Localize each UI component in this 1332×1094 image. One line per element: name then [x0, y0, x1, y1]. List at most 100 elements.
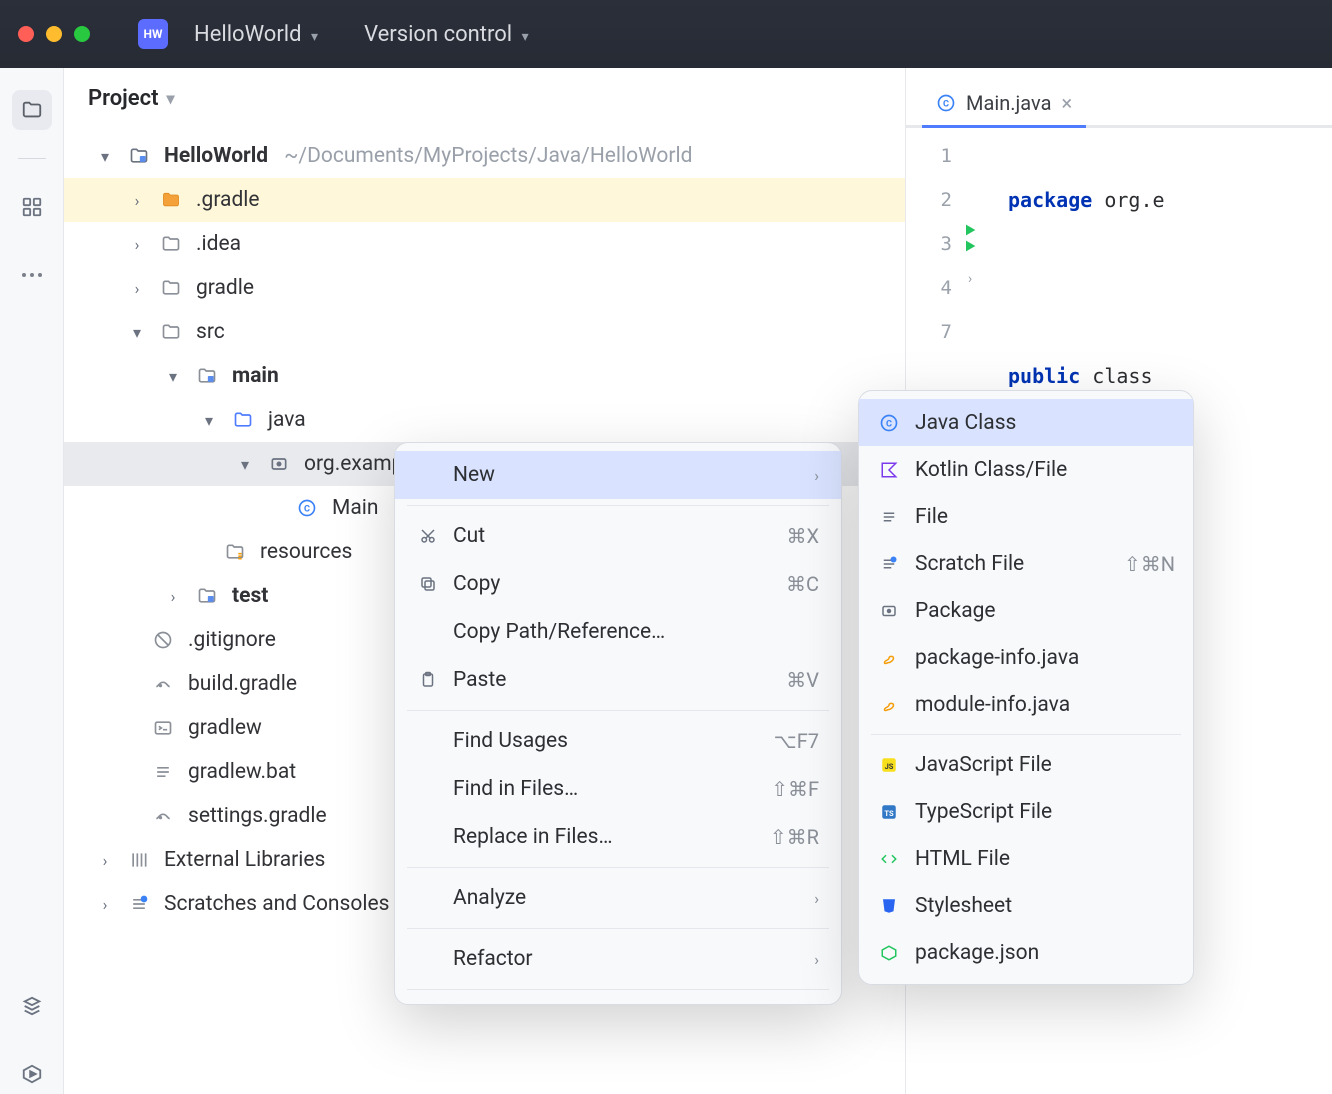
tree-item-label: resources [260, 540, 352, 564]
database-tool-button[interactable] [12, 986, 52, 1026]
submenu-stylesheet[interactable]: Stylesheet [859, 882, 1193, 929]
chevron-right-icon[interactable]: › [96, 851, 114, 870]
menu-label: Scratch File [915, 552, 1024, 576]
tree-item-gradle[interactable]: › gradle [64, 266, 905, 310]
menu-item-analyze[interactable]: Analyze › [395, 874, 841, 922]
menu-item-refactor[interactable]: Refactor › [395, 935, 841, 983]
project-name-label: HelloWorld [194, 22, 302, 47]
menu-shortcut: ⌘V [786, 668, 819, 692]
editor-tab-main[interactable]: C Main.java × [922, 81, 1086, 128]
menu-item-find-in-files[interactable]: Find in Files… ⇧⌘F [395, 765, 841, 813]
tree-item-java[interactable]: ▾ java [64, 398, 905, 442]
menu-separator [407, 989, 829, 990]
menu-label: Stylesheet [915, 894, 1012, 918]
svg-text:TS: TS [884, 808, 894, 817]
menu-item-replace-in-files[interactable]: Replace in Files… ⇧⌘R [395, 813, 841, 861]
submenu-file[interactable]: File [859, 493, 1193, 540]
chevron-down-icon[interactable]: ▾ [200, 411, 218, 430]
services-icon [21, 1063, 43, 1085]
tab-label: Main.java [966, 91, 1051, 115]
menu-separator [871, 734, 1181, 735]
project-tool-button[interactable] [12, 90, 52, 130]
module-folder-icon [128, 145, 150, 167]
zoom-window-button[interactable] [74, 26, 90, 42]
submenu-package-json[interactable]: package.json [859, 929, 1193, 976]
svg-text:JS: JS [885, 761, 894, 770]
menu-separator [407, 710, 829, 711]
submenu-typescript[interactable]: TS TypeScript File [859, 788, 1193, 835]
submenu-javascript[interactable]: JS JavaScript File [859, 741, 1193, 788]
run-line-icon[interactable] [962, 222, 1008, 238]
menu-item-copy[interactable]: Copy ⌘C [395, 560, 841, 608]
structure-icon [21, 196, 43, 218]
run-line-icon[interactable]: › [962, 238, 1008, 301]
menu-label: package-info.java [915, 646, 1079, 670]
html-icon [877, 850, 901, 868]
menu-label: Java Class [915, 411, 1016, 435]
tree-item-src[interactable]: ▾ src [64, 310, 905, 354]
menu-item-paste[interactable]: Paste ⌘V [395, 656, 841, 704]
menu-item-new[interactable]: New › [395, 451, 841, 499]
submenu-kotlin[interactable]: Kotlin Class/File [859, 446, 1193, 493]
menu-label: TypeScript File [915, 800, 1052, 824]
submenu-package[interactable]: Package [859, 587, 1193, 634]
chevron-down-icon[interactable]: ▾ [164, 367, 182, 386]
menu-shortcut: ⌘C [786, 572, 819, 596]
gradle-file-icon [152, 673, 174, 695]
tree-item-label: build.gradle [188, 672, 297, 696]
java-class-icon: C [296, 497, 318, 519]
java-class-icon: C [936, 93, 956, 113]
menu-item-copy-path[interactable]: Copy Path/Reference… [395, 608, 841, 656]
submenu-package-info[interactable]: package-info.java [859, 634, 1193, 681]
tree-item-main[interactable]: ▾ main [64, 354, 905, 398]
submenu-java-class[interactable]: C Java Class [859, 399, 1193, 446]
project-pane-header[interactable]: Project ▾ [64, 68, 905, 128]
chevron-right-icon[interactable]: › [128, 235, 146, 254]
chevron-right-icon[interactable]: › [164, 587, 182, 606]
menu-separator [407, 928, 829, 929]
submenu-scratch[interactable]: Scratch File ⇧⌘N [859, 540, 1193, 587]
tree-item-label: .gradle [196, 188, 260, 212]
menu-shortcut: ⇧⌘N [1124, 552, 1175, 576]
tree-root-label: HelloWorld [164, 144, 268, 168]
svg-text:C: C [886, 419, 892, 429]
resources-folder-icon [224, 541, 246, 563]
svg-text:C: C [304, 504, 310, 514]
more-tool-button[interactable] [12, 255, 52, 295]
structure-tool-button[interactable] [12, 187, 52, 227]
tree-item-label: .gitignore [188, 628, 276, 652]
tree-item-idea[interactable]: › .idea [64, 222, 905, 266]
chevron-down-icon[interactable]: ▾ [96, 147, 114, 166]
chevron-down-icon[interactable]: ▾ [128, 323, 146, 342]
vcs-menu[interactable]: Version control ▾ [364, 22, 529, 47]
chevron-right-icon[interactable]: › [128, 191, 146, 210]
menu-separator [407, 505, 829, 506]
ignore-file-icon [152, 629, 174, 651]
menu-label: module-info.java [915, 693, 1070, 717]
project-name-menu[interactable]: HelloWorld ▾ [194, 22, 318, 47]
folder-icon [160, 233, 182, 255]
menu-label: File [915, 505, 948, 529]
vcs-label: Version control [364, 22, 512, 47]
project-badge[interactable]: HW [138, 19, 168, 49]
tree-root-row[interactable]: ▾ HelloWorld ~/Documents/MyProjects/Java… [64, 134, 905, 178]
close-window-button[interactable] [18, 26, 34, 42]
tree-item-label: main [232, 364, 279, 388]
close-tab-icon[interactable]: × [1061, 91, 1072, 115]
services-tool-button[interactable] [12, 1054, 52, 1094]
module-folder-icon [196, 585, 218, 607]
menu-label: Copy Path/Reference… [453, 620, 665, 644]
chevron-right-icon[interactable]: › [128, 279, 146, 298]
menu-item-cut[interactable]: Cut ⌘X [395, 512, 841, 560]
chevron-down-icon[interactable]: ▾ [236, 455, 254, 474]
chevron-right-icon: › [814, 889, 819, 908]
submenu-html[interactable]: HTML File [859, 835, 1193, 882]
chevron-right-icon[interactable]: › [96, 895, 114, 914]
submenu-module-info[interactable]: module-info.java [859, 681, 1193, 728]
tree-item-gradle-hidden[interactable]: › .gradle [64, 178, 905, 222]
library-icon [128, 849, 150, 871]
minimize-window-button[interactable] [46, 26, 62, 42]
tree-item-label: gradle [196, 276, 254, 300]
copy-icon [417, 575, 439, 593]
menu-item-find-usages[interactable]: Find Usages ⌥F7 [395, 717, 841, 765]
